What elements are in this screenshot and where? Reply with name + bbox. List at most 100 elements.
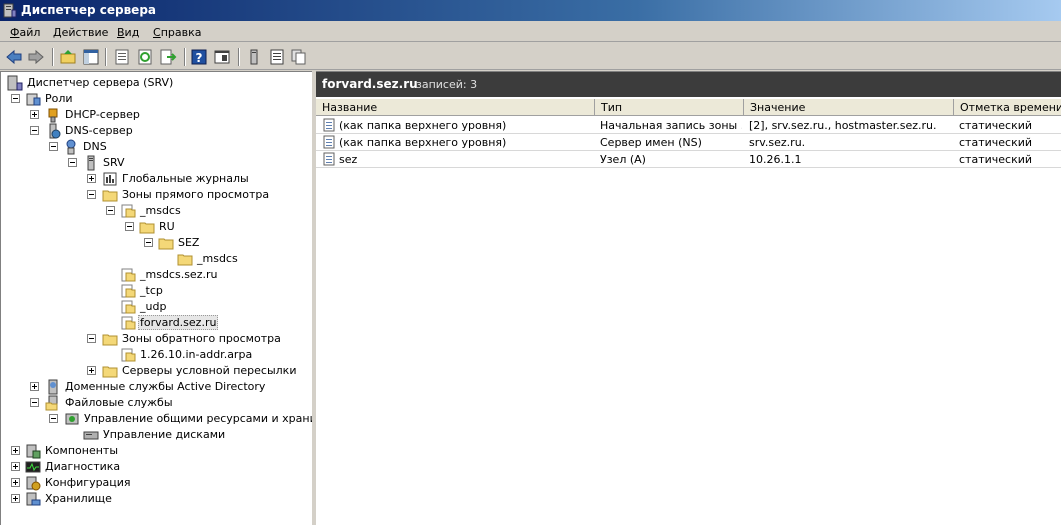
tree-node-storage[interactable]: Хранилище <box>1 491 312 507</box>
tree-node-msdcs-sez-ru[interactable]: _msdcs.sez.ru <box>1 267 312 283</box>
collapse-toggle[interactable] <box>106 206 115 215</box>
tree-node-label: _udp <box>140 300 167 313</box>
zone-icon <box>121 300 136 314</box>
tree-node-dns[interactable]: DNS <box>1 139 312 155</box>
tree-node-forward-zones[interactable]: Зоны прямого просмотра <box>1 187 312 203</box>
share-icon <box>65 413 79 425</box>
tree-node-msdcs-sub[interactable]: _msdcs <box>1 251 312 267</box>
collapse-toggle[interactable] <box>87 334 96 343</box>
tree-node-forvard-sez-ru[interactable]: forvard.sez.ru <box>1 315 312 331</box>
expand-toggle[interactable] <box>87 174 96 183</box>
record-icon <box>323 152 335 166</box>
dns-icon <box>66 139 76 155</box>
table-row[interactable]: (как папка верхнего уровня) Начальная за… <box>316 117 1061 134</box>
up-folder-icon[interactable] <box>59 48 77 66</box>
table-row[interactable]: (как папка верхнего уровня) Сервер имен … <box>316 134 1061 151</box>
back-arrow-icon[interactable] <box>5 48 23 66</box>
console-tree[interactable]: Диспетчер сервера (SRV) Роли DHCP-сервер… <box>0 71 312 525</box>
forward-arrow-icon[interactable] <box>27 48 45 66</box>
results-pane: forvard.sez.ru записей: 3 Название Тип З… <box>316 71 1061 525</box>
server-icon[interactable] <box>245 48 263 66</box>
tree-node-server-manager[interactable]: Диспетчер сервера (SRV) <box>1 75 312 91</box>
tree-node-active-directory[interactable]: Доменные службы Active Directory <box>1 379 312 395</box>
menu-file[interactable]: Файл <box>10 26 40 39</box>
show-tree-icon[interactable] <box>82 48 100 66</box>
expand-toggle[interactable] <box>11 494 20 503</box>
help-icon[interactable]: ? <box>190 48 208 66</box>
folder-icon <box>102 334 118 346</box>
tree-node-global-logs[interactable]: Глобальные журналы <box>1 171 312 187</box>
tree-node-dhcp[interactable]: DHCP-сервер <box>1 107 312 123</box>
record-icon <box>323 118 335 132</box>
expand-toggle[interactable] <box>11 446 20 455</box>
menu-view[interactable]: Вид <box>117 26 139 39</box>
menu-action[interactable]: Действие <box>53 26 108 39</box>
tree-node-label: SEZ <box>178 236 200 249</box>
tree-node-file-services[interactable]: Файловые службы <box>1 395 312 411</box>
tree-node-tcp[interactable]: _tcp <box>1 283 312 299</box>
server-icon <box>87 155 95 171</box>
collapse-toggle[interactable] <box>68 158 77 167</box>
copy-icon[interactable] <box>290 48 308 66</box>
features-icon <box>26 444 41 459</box>
server-manager-icon <box>3 3 17 18</box>
toolbar-separator <box>105 48 107 66</box>
toolbar-separator <box>52 48 54 66</box>
export-icon[interactable] <box>159 48 177 66</box>
tree-node-share-storage[interactable]: Управление общими ресурсами и хранилища <box>1 411 312 427</box>
tree-node-diagnostics[interactable]: Диагностика <box>1 459 312 475</box>
tree-node-features[interactable]: Компоненты <box>1 443 312 459</box>
column-header-name[interactable]: Название <box>316 99 595 116</box>
tree-node-msdcs[interactable]: _msdcs <box>1 203 312 219</box>
tree-node-roles[interactable]: Роли <box>1 91 312 107</box>
expand-toggle[interactable] <box>11 462 20 471</box>
storage-icon <box>26 492 41 506</box>
list-icon[interactable] <box>268 48 286 66</box>
dns-server-icon <box>49 123 61 139</box>
collapse-toggle[interactable] <box>49 414 58 423</box>
menu-bar: Файл Действие Вид Справка <box>0 22 1061 42</box>
tree-node-label: Конфигурация <box>45 476 131 489</box>
column-header-type[interactable]: Тип <box>595 99 744 116</box>
cell-value: 10.26.1.1 <box>749 153 802 166</box>
collapse-toggle[interactable] <box>30 126 39 135</box>
tree-node-disk-management[interactable]: Управление дисками <box>1 427 312 443</box>
tree-node-conditional-forwarders[interactable]: Серверы условной пересылки <box>1 363 312 379</box>
tree-node-label: Управление общими ресурсами и хранилища <box>84 412 312 425</box>
results-header: forvard.sez.ru записей: 3 <box>316 72 1061 97</box>
column-header-timestamp[interactable]: Отметка времени <box>954 99 1061 116</box>
expand-toggle[interactable] <box>30 382 39 391</box>
tree-node-label-selected: forvard.sez.ru <box>138 315 219 330</box>
expand-toggle[interactable] <box>11 478 20 487</box>
tree-node-dns-server[interactable]: DNS-сервер <box>1 123 312 139</box>
column-header-value[interactable]: Значение <box>744 99 954 116</box>
expand-toggle[interactable] <box>87 366 96 375</box>
tree-node-label: Диспетчер сервера (SRV) <box>27 76 174 89</box>
collapse-toggle[interactable] <box>49 142 58 151</box>
tree-node-label: Управление дисками <box>103 428 226 441</box>
config-icon <box>26 476 41 491</box>
collapse-toggle[interactable] <box>30 398 39 407</box>
console-icon[interactable] <box>213 48 231 66</box>
tree-node-udp[interactable]: _udp <box>1 299 312 315</box>
table-row[interactable]: sez Узел (A) 10.26.1.1 статический <box>316 151 1061 168</box>
tree-node-label: Хранилище <box>45 492 112 505</box>
tree-node-srv[interactable]: SRV <box>1 155 312 171</box>
refresh-icon[interactable] <box>136 48 154 66</box>
collapse-toggle[interactable] <box>11 94 20 103</box>
tree-node-reverse-zone-arpa[interactable]: 1.26.10.in-addr.arpa <box>1 347 312 363</box>
tree-node-reverse-zones[interactable]: Зоны обратного просмотра <box>1 331 312 347</box>
properties-icon[interactable] <box>113 48 131 66</box>
cell-type: Сервер имен (NS) <box>600 136 702 149</box>
expand-toggle[interactable] <box>30 110 39 119</box>
collapse-toggle[interactable] <box>125 222 134 231</box>
cell-name: sez <box>339 153 358 166</box>
tree-node-configuration[interactable]: Конфигурация <box>1 475 312 491</box>
title-bar[interactable]: Диспетчер сервера <box>0 0 1061 21</box>
collapse-toggle[interactable] <box>144 238 153 247</box>
folder-icon <box>139 222 155 234</box>
menu-help[interactable]: Справка <box>153 26 201 39</box>
collapse-toggle[interactable] <box>87 190 96 199</box>
tree-node-ru[interactable]: RU <box>1 219 312 235</box>
tree-node-sez[interactable]: SEZ <box>1 235 312 251</box>
